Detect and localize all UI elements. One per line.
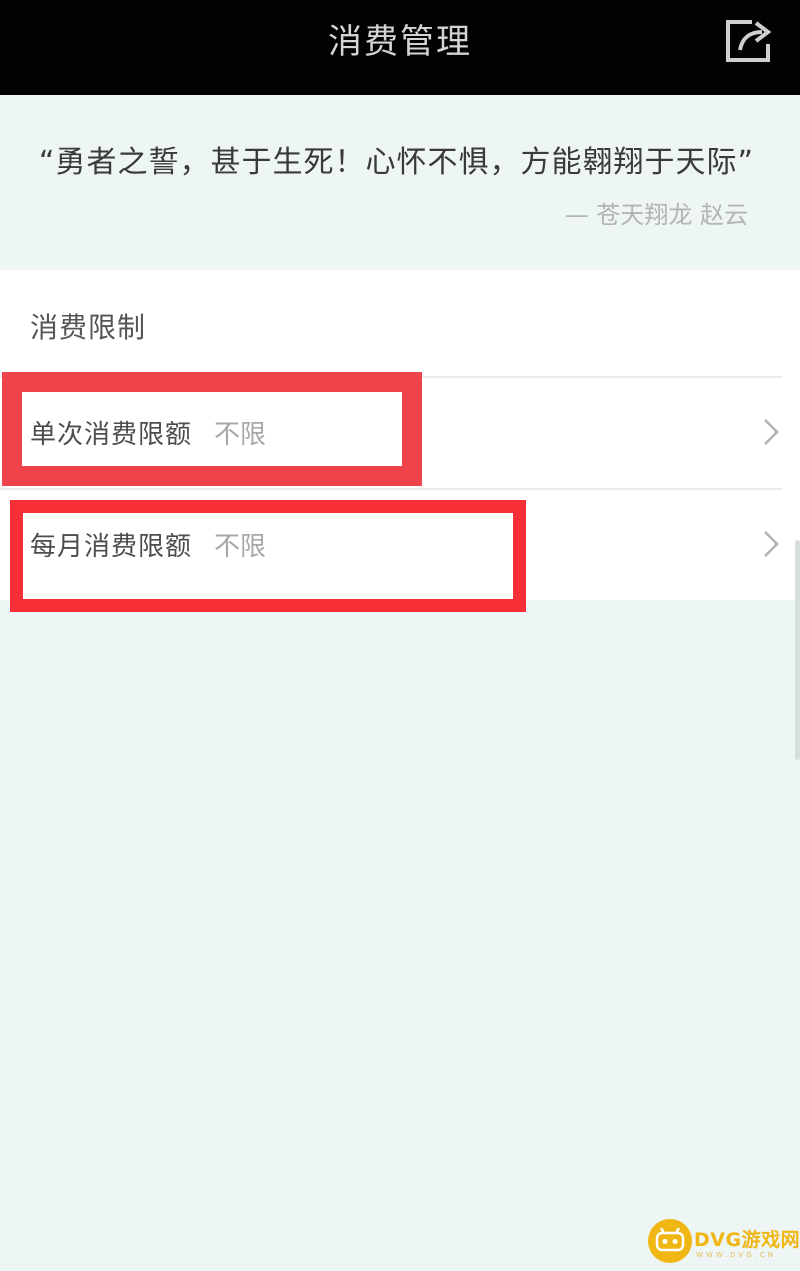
spending-limit-panel: 消费限制 单次消费限额 不限 每月消费限额 不限 [0,270,800,600]
single-limit-label: 单次消费限额 [30,420,193,450]
share-icon[interactable] [722,16,774,66]
monthly-limit-label: 每月消费限额 [30,532,193,562]
section-title: 消费限制 [30,311,147,344]
single-limit-row[interactable]: 单次消费限额 不限 [0,378,800,488]
top-navigation-bar: 消费管理 [0,0,800,95]
page-title: 消费管理 [328,22,472,62]
monthly-limit-value: 不限 [214,532,267,562]
gamepad-icon [648,1219,692,1263]
monthly-limit-row[interactable]: 每月消费限额 不限 [0,490,800,600]
watermark-subtext: WWW.DVG.CN [696,1251,777,1259]
chevron-right-icon [764,419,779,445]
quote-text: “勇者之誓，甚于生死！心怀不惧，方能翱翔于天际” [38,145,754,180]
chevron-right-icon [764,531,779,557]
watermark: DVG游戏网 WWW.DVG.CN [648,1219,800,1267]
single-limit-value: 不限 [214,420,267,450]
quote-banner: “勇者之誓，甚于生死！心怀不惧，方能翱翔于天际” — 苍天翔龙 赵云 [0,95,800,270]
watermark-text: DVG游戏网 [694,1229,800,1251]
quote-author: — 苍天翔龙 赵云 [564,201,748,229]
scrollbar[interactable] [795,540,800,760]
